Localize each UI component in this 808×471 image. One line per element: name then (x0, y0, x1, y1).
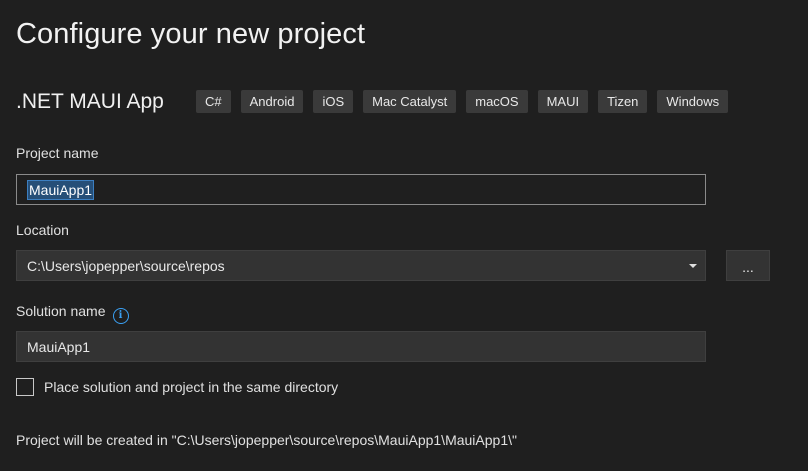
solution-name-label: Solution name (16, 303, 106, 319)
template-tags: C# Android iOS Mac Catalyst macOS MAUI T… (196, 90, 729, 113)
same-directory-checkbox[interactable] (16, 378, 34, 396)
project-name-input[interactable]: MauiApp1 (16, 174, 706, 205)
project-name-label: Project name (16, 145, 99, 161)
solution-name-input[interactable]: MauiApp1 (16, 331, 706, 362)
tag-ios: iOS (313, 90, 354, 113)
same-directory-label[interactable]: Place solution and project in the same d… (44, 379, 338, 395)
location-label: Location (16, 222, 69, 238)
solution-name-value: MauiApp1 (27, 338, 91, 355)
same-directory-option[interactable]: Place solution and project in the same d… (16, 378, 338, 396)
page-title: Configure your new project (16, 18, 366, 50)
location-dropdown[interactable]: C:\Users\jopepper\source\repos (16, 250, 706, 281)
tag-mac-catalyst: Mac Catalyst (363, 90, 457, 113)
tag-maui: MAUI (537, 90, 589, 113)
project-name-value: MauiApp1 (27, 179, 95, 200)
info-icon[interactable]: i (112, 307, 129, 324)
location-value: C:\Users\jopepper\source\repos (27, 257, 225, 274)
tag-android: Android (240, 90, 304, 113)
chevron-down-icon[interactable] (689, 263, 697, 268)
browse-location-button[interactable]: ... (726, 250, 770, 281)
solution-name-label-row: Solution name i (16, 303, 129, 324)
tag-tizen: Tizen (598, 90, 648, 113)
configure-project-page: Configure your new project .NET MAUI App… (0, 0, 808, 471)
tag-csharp: C# (196, 90, 231, 113)
template-name: .NET MAUI App (16, 90, 164, 113)
tag-macos: macOS (466, 90, 528, 113)
tag-windows: Windows (657, 90, 729, 113)
project-path-note: Project will be created in "C:\Users\jop… (16, 432, 517, 448)
